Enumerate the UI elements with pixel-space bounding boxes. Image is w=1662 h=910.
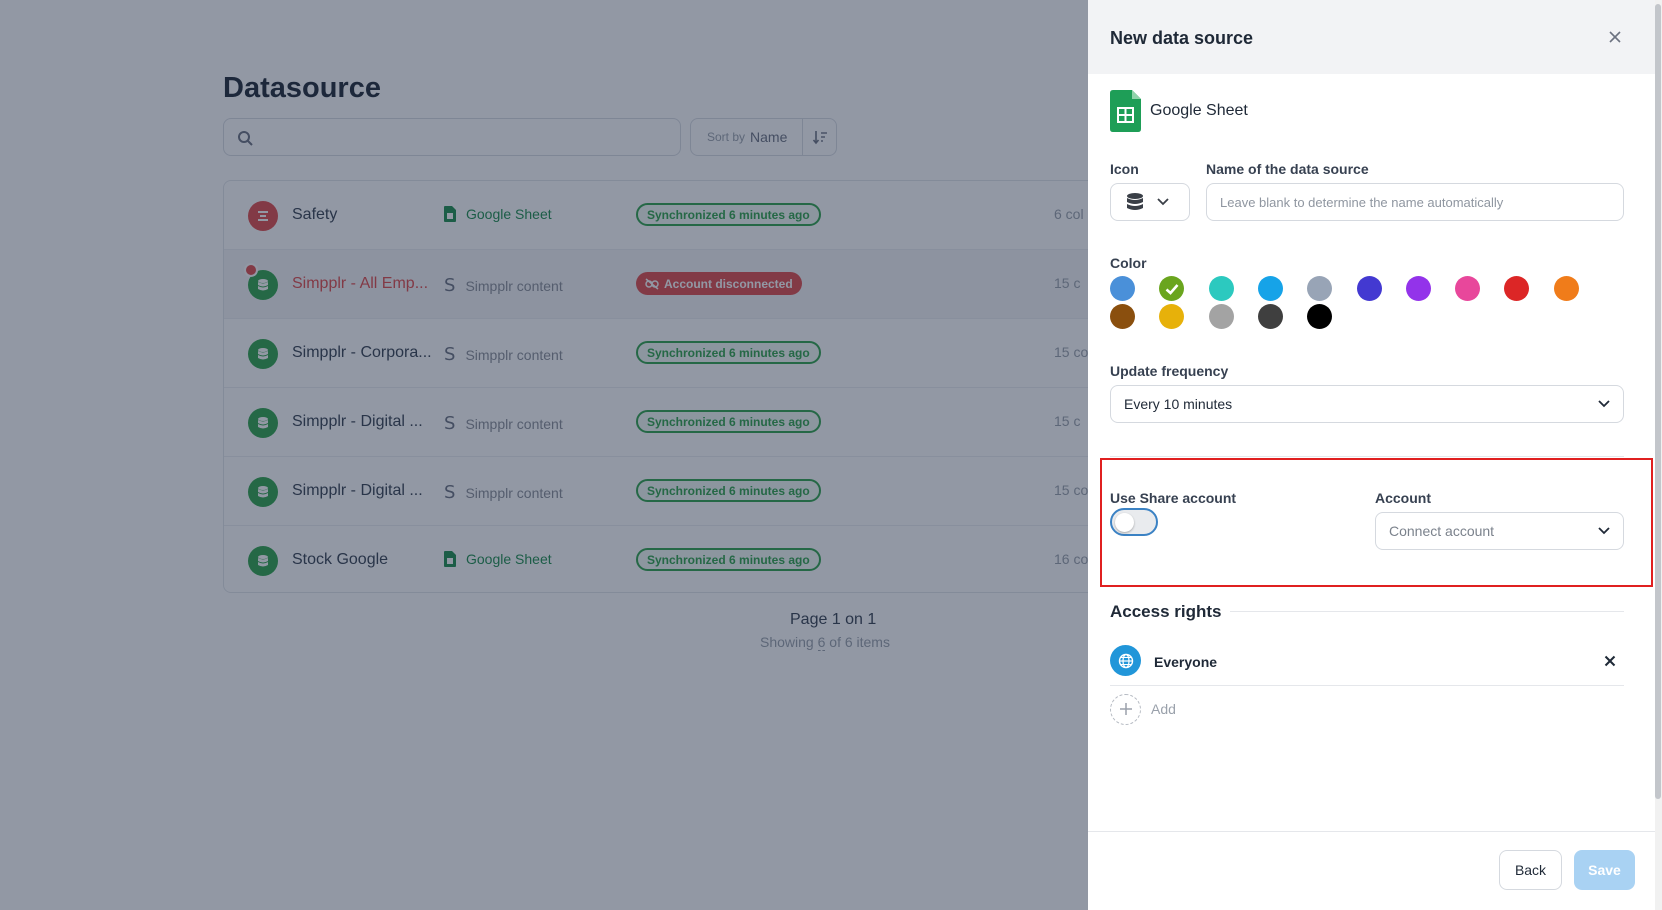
frequency-label: Update frequency: [1110, 363, 1229, 379]
access-item-label: Everyone: [1154, 654, 1218, 670]
close-button[interactable]: [1604, 26, 1626, 48]
source-type-name: Google Sheet: [1150, 102, 1248, 119]
new-data-source-panel: New data source Google Sheet Icon Name o…: [1088, 0, 1662, 910]
access-item-divider: [1110, 685, 1624, 686]
plus-icon: [1110, 693, 1141, 725]
color-swatch[interactable]: [1208, 276, 1234, 301]
frequency-value: Every 10 minutes: [1124, 396, 1233, 412]
access-rights-divider: [1230, 611, 1624, 612]
chevron-down-icon: [1598, 527, 1610, 535]
color-swatch[interactable]: [1455, 276, 1481, 301]
color-swatch[interactable]: [1159, 304, 1185, 329]
scrollbar-thumb[interactable]: [1655, 4, 1661, 799]
save-button[interactable]: Save: [1574, 850, 1635, 890]
database-icon: [1127, 193, 1143, 210]
color-swatch[interactable]: [1405, 276, 1431, 301]
remove-access-button[interactable]: [1601, 652, 1619, 670]
frequency-select[interactable]: Every 10 minutes: [1110, 385, 1624, 423]
color-swatch[interactable]: [1110, 304, 1135, 329]
share-account-toggle[interactable]: [1110, 508, 1158, 536]
footer-divider: [1088, 831, 1655, 832]
account-value: Connect account: [1389, 523, 1495, 539]
modal-overlay[interactable]: [0, 0, 1088, 910]
toggle-knob: [1115, 513, 1134, 532]
section-divider: [1110, 456, 1624, 457]
close-icon: [1604, 655, 1616, 667]
check-icon: [1165, 283, 1179, 295]
color-swatch[interactable]: [1257, 304, 1283, 329]
share-account-label: Use Share account: [1110, 490, 1237, 506]
back-button[interactable]: Back: [1499, 850, 1562, 890]
color-swatch[interactable]: [1504, 276, 1530, 301]
globe-icon: [1110, 645, 1141, 676]
color-swatch[interactable]: [1110, 276, 1135, 301]
icon-select[interactable]: [1110, 183, 1190, 221]
color-swatch[interactable]: [1208, 304, 1234, 329]
panel-header: New data source: [1088, 0, 1655, 74]
chevron-down-icon: [1157, 198, 1169, 206]
add-label: Add: [1151, 701, 1176, 717]
color-swatch[interactable]: [1257, 276, 1283, 301]
access-rights-title: Access rights: [1110, 602, 1222, 621]
add-access-button[interactable]: Add: [1110, 693, 1176, 725]
color-swatch[interactable]: [1307, 304, 1333, 329]
icon-label: Icon: [1110, 161, 1139, 177]
color-swatch[interactable]: [1307, 276, 1333, 301]
name-label: Name of the data source: [1206, 161, 1369, 177]
color-swatch[interactable]: [1553, 276, 1579, 301]
data-source-name-input[interactable]: [1206, 183, 1624, 221]
close-icon: [1609, 31, 1621, 43]
account-select[interactable]: Connect account: [1375, 512, 1624, 550]
chevron-down-icon: [1598, 400, 1610, 408]
color-swatch[interactable]: [1159, 276, 1185, 301]
panel-title: New data source: [1110, 28, 1254, 48]
google-sheet-icon: [1110, 90, 1141, 132]
color-label: Color: [1110, 255, 1147, 271]
color-swatch[interactable]: [1356, 276, 1382, 301]
account-label: Account: [1375, 490, 1431, 506]
